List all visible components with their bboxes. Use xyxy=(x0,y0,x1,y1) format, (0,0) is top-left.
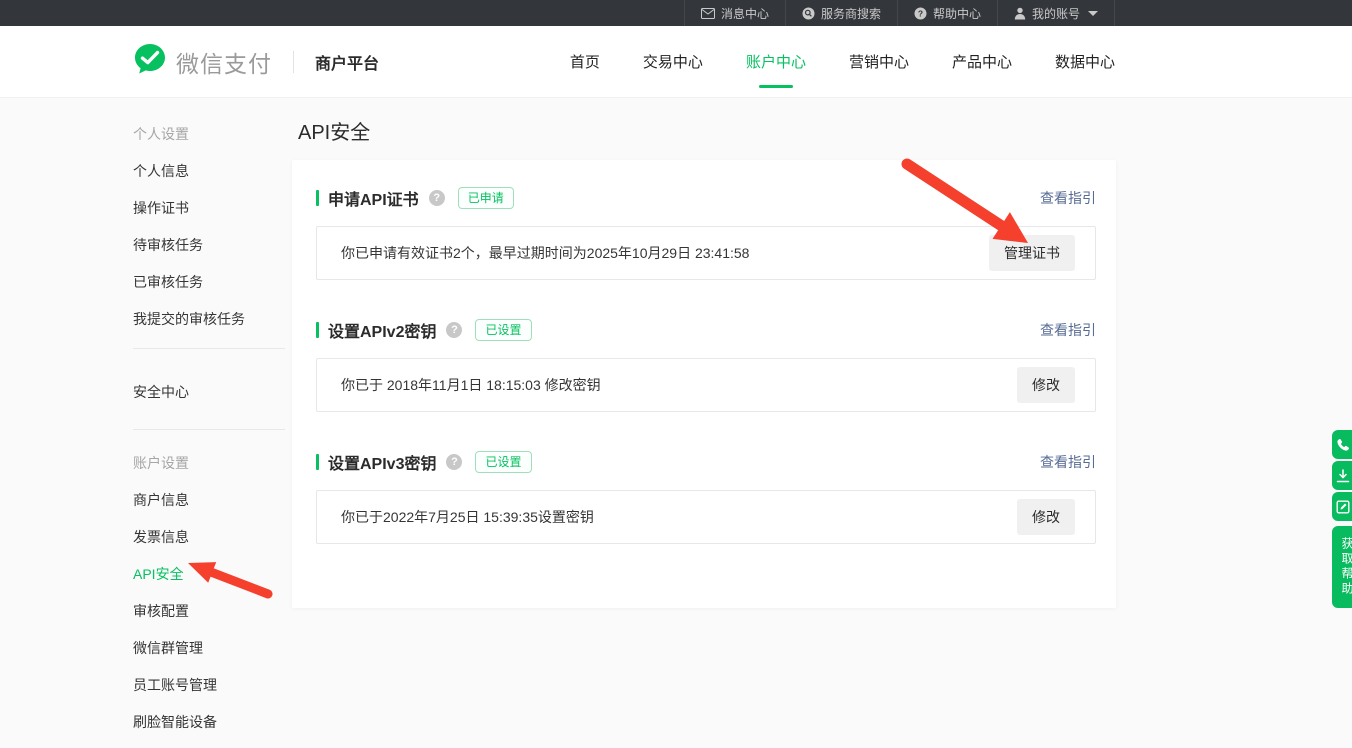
wechat-pay-logo-icon xyxy=(133,42,167,81)
section-title: 设置APIv2密钥 xyxy=(328,318,436,342)
sidebar-item-merchant-info[interactable]: 商户信息 xyxy=(133,481,285,518)
header: 微信支付 商户平台 首页 交易中心 账户中心 营销中心 产品中心 数据中心 xyxy=(0,26,1352,98)
view-guide-link[interactable]: 查看指引 xyxy=(1040,320,1096,340)
view-guide-link[interactable]: 查看指引 xyxy=(1040,188,1096,208)
nav-product-center[interactable]: 产品中心 xyxy=(952,26,1012,97)
topbar-item-label: 帮助中心 xyxy=(933,5,981,22)
section-title: 申请API证书 xyxy=(328,186,419,210)
status-badge: 已设置 xyxy=(475,319,531,341)
download-button[interactable] xyxy=(1332,461,1352,490)
view-guide-link[interactable]: 查看指引 xyxy=(1040,452,1096,472)
sidebar-item-review-config[interactable]: 审核配置 xyxy=(133,592,285,629)
floating-help-panel: 获取帮助 xyxy=(1332,430,1352,608)
sidebar: 个人设置 个人信息 操作证书 待审核任务 已审核任务 我提交的审核任务 安全中心… xyxy=(133,98,285,748)
contact-phone-button[interactable] xyxy=(1332,430,1352,459)
modify-apiv3-key-button[interactable]: 修改 xyxy=(1017,499,1075,535)
section-apiv2-key-box: 你已于 2018年11月1日 18:15:03 修改密钥 修改 xyxy=(316,358,1096,412)
topbar-item-messages[interactable]: 消息中心 xyxy=(684,0,785,26)
topbar: 消息中心 服务商搜索 ? 帮助中心 我的账号 xyxy=(0,0,1352,26)
platform-name: 商户平台 xyxy=(315,50,379,74)
sidebar-item-staff-account-management[interactable]: 员工账号管理 xyxy=(133,666,285,703)
section-apiv3-key-header: 设置APIv3密钥 ? 已设置 查看指引 xyxy=(316,450,1096,474)
sidebar-divider xyxy=(133,348,285,349)
section-title: 设置APIv3密钥 xyxy=(328,450,436,474)
topbar-item-provider-search[interactable]: 服务商搜索 xyxy=(785,0,897,26)
brand-divider xyxy=(293,51,294,73)
svg-text:?: ? xyxy=(918,8,923,18)
feedback-button[interactable] xyxy=(1332,492,1352,521)
sidebar-header-account-settings: 账户设置 xyxy=(133,444,285,481)
sidebar-item-wechat-merchant-terminal[interactable]: 微信商户终端 xyxy=(133,740,285,748)
topbar-item-label: 消息中心 xyxy=(721,5,769,22)
brand[interactable]: 微信支付 商户平台 xyxy=(133,42,379,81)
topbar-item-label: 我的账号 xyxy=(1032,5,1080,22)
sidebar-item-personal-info[interactable]: 个人信息 xyxy=(133,152,285,189)
sidebar-header-personal-settings: 个人设置 xyxy=(133,115,285,152)
status-badge: 已设置 xyxy=(475,451,531,473)
user-icon xyxy=(1014,7,1026,20)
envelope-icon xyxy=(701,8,715,19)
search-icon xyxy=(802,7,815,20)
apiv3-key-status-text: 你已于2022年7月25日 15:39:35设置密钥 xyxy=(341,507,594,527)
section-marker-bar xyxy=(316,190,319,206)
sidebar-item-wechat-group-management[interactable]: 微信群管理 xyxy=(133,629,285,666)
brand-name: 微信支付 xyxy=(176,45,272,79)
sidebar-item-api-security[interactable]: API安全 xyxy=(133,555,285,592)
download-icon xyxy=(1336,469,1350,483)
sidebar-item-my-submitted-review-tasks[interactable]: 我提交的审核任务 xyxy=(133,300,285,337)
section-apiv2-key-header: 设置APIv2密钥 ? 已设置 查看指引 xyxy=(316,318,1096,342)
sidebar-item-reviewed-tasks[interactable]: 已审核任务 xyxy=(133,263,285,300)
apiv2-key-status-text: 你已于 2018年11月1日 18:15:03 修改密钥 xyxy=(341,375,601,395)
question-mark-icon[interactable]: ? xyxy=(429,190,445,206)
nav-home[interactable]: 首页 xyxy=(570,26,600,97)
topbar-item-my-account[interactable]: 我的账号 xyxy=(997,0,1115,26)
feedback-icon xyxy=(1336,500,1350,514)
section-api-certificate-box: 你已申请有效证书2个，最早过期时间为2025年10月29日 23:41:58 管… xyxy=(316,226,1096,280)
sidebar-item-invoice-info[interactable]: 发票信息 xyxy=(133,518,285,555)
sidebar-divider xyxy=(133,429,285,430)
nav-transaction-center[interactable]: 交易中心 xyxy=(643,26,703,97)
main-content: API安全 申请API证书 ? 已申请 查看指引 你已申请有效证书2个，最早过期… xyxy=(292,98,1116,608)
help-icon: ? xyxy=(914,7,927,20)
nav-data-center[interactable]: 数据中心 xyxy=(1055,26,1115,97)
certificate-status-text: 你已申请有效证书2个，最早过期时间为2025年10月29日 23:41:58 xyxy=(341,243,749,263)
question-mark-icon[interactable]: ? xyxy=(446,322,462,338)
chevron-down-icon xyxy=(1088,11,1098,16)
get-help-button[interactable]: 获取帮助 xyxy=(1332,526,1352,608)
api-security-card: 申请API证书 ? 已申请 查看指引 你已申请有效证书2个，最早过期时间为202… xyxy=(292,160,1116,608)
sidebar-item-face-payment-devices[interactable]: 刷脸智能设备 xyxy=(133,703,285,740)
main-nav: 首页 交易中心 账户中心 营销中心 产品中心 数据中心 xyxy=(527,26,1115,97)
sidebar-item-security-center[interactable]: 安全中心 xyxy=(133,373,285,410)
status-badge: 已申请 xyxy=(458,187,514,209)
question-mark-icon[interactable]: ? xyxy=(446,454,462,470)
sidebar-item-operation-certificate[interactable]: 操作证书 xyxy=(133,189,285,226)
section-apiv3-key-box: 你已于2022年7月25日 15:39:35设置密钥 修改 xyxy=(316,490,1096,544)
phone-icon xyxy=(1336,438,1350,452)
modify-apiv2-key-button[interactable]: 修改 xyxy=(1017,367,1075,403)
topbar-item-help-center[interactable]: ? 帮助中心 xyxy=(897,0,997,26)
topbar-item-label: 服务商搜索 xyxy=(821,5,881,22)
page-body: 个人设置 个人信息 操作证书 待审核任务 已审核任务 我提交的审核任务 安全中心… xyxy=(0,98,1352,748)
section-marker-bar xyxy=(316,322,319,338)
manage-certificate-button[interactable]: 管理证书 xyxy=(989,235,1075,271)
section-marker-bar xyxy=(316,454,319,470)
page-title: API安全 xyxy=(292,98,1116,147)
nav-account-center[interactable]: 账户中心 xyxy=(746,26,806,97)
section-api-certificate-header: 申请API证书 ? 已申请 查看指引 xyxy=(316,186,1096,210)
nav-marketing-center[interactable]: 营销中心 xyxy=(849,26,909,97)
sidebar-item-pending-review-tasks[interactable]: 待审核任务 xyxy=(133,226,285,263)
